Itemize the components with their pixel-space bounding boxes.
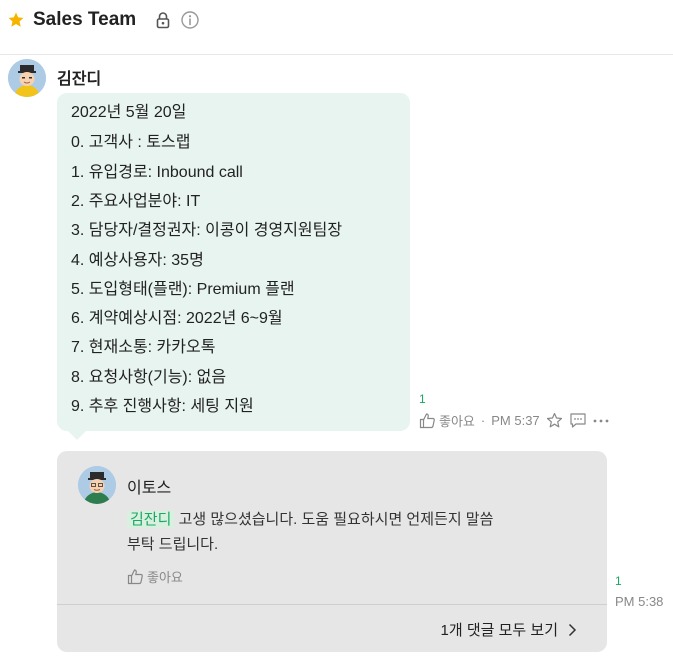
reply-thread: 이토스 김잔디 고생 많으셨습니다. 도움 필요하시면 언제든지 말씀 부탁 드… xyxy=(57,451,607,652)
message-line: 6. 계약예상시점: 2022년 6~9월 xyxy=(71,310,283,327)
avatar[interactable] xyxy=(78,466,116,504)
view-all-replies-button[interactable]: 1개 댓글 모두 보기 xyxy=(441,619,577,640)
channel-title: Sales Team xyxy=(33,9,137,30)
unread-count: 1 xyxy=(615,574,622,588)
reply-sender[interactable]: 이토스 xyxy=(127,474,171,498)
comment-icon[interactable] xyxy=(569,412,587,429)
message-line: 5. 도입형태(플랜): Premium 플랜 xyxy=(71,281,295,298)
star-outline-icon[interactable] xyxy=(546,412,563,429)
message-meta: 좋아요 · PM 5:37 xyxy=(419,410,611,430)
divider xyxy=(57,604,607,605)
chevron-right-icon xyxy=(568,623,577,636)
message-line: 3. 담당자/결정권자: 이콩이 경영지원팀장 xyxy=(71,222,343,239)
message-line: 4. 예상사용자: 35명 xyxy=(71,252,204,269)
info-icon[interactable] xyxy=(181,11,199,29)
reply-text-line: 고생 많으셨습니다. 도움 필요하시면 언제든지 말씀 xyxy=(174,511,494,528)
lock-icon[interactable] xyxy=(155,11,171,29)
avatar[interactable] xyxy=(8,59,46,97)
like-button[interactable]: 좋아요 xyxy=(147,567,183,586)
message-line: 1. 유입경로: Inbound call xyxy=(71,164,243,181)
message-time: PM 5:37 xyxy=(491,412,540,428)
message-line: 7. 현재소통: 카카오톡 xyxy=(71,339,216,356)
message-sender[interactable]: 김잔디 xyxy=(57,65,101,89)
meta-separator: · xyxy=(480,412,486,428)
star-icon[interactable] xyxy=(8,12,24,28)
reply-like[interactable]: 좋아요 xyxy=(127,567,183,586)
thumbs-up-icon[interactable] xyxy=(419,412,436,429)
reply-text-line: 부탁 드립니다. xyxy=(127,536,219,553)
mention-tag[interactable]: 김잔디 xyxy=(127,511,175,528)
message-line: 8. 요청사항(기능): 없음 xyxy=(71,369,227,386)
like-button[interactable]: 좋아요 xyxy=(439,411,475,430)
more-options-icon[interactable] xyxy=(591,412,611,429)
message-line: 0. 고객사 : 토스랩 xyxy=(71,134,191,151)
message-line: 9. 추후 진행사항: 세팅 지원 xyxy=(71,398,254,415)
bubble-tail xyxy=(67,430,87,440)
channel-header: Sales Team xyxy=(0,0,673,55)
message-bubble: 2022년 5월 20일 0. 고객사 : 토스랩 1. 유입경로: Inbou… xyxy=(57,93,410,431)
reply-time: PM 5:38 xyxy=(615,594,664,609)
thumbs-up-icon[interactable] xyxy=(127,568,144,585)
view-all-replies-label: 1개 댓글 모두 보기 xyxy=(440,622,558,639)
message-line: 2. 주요사업분야: IT xyxy=(71,193,201,210)
message-line: 2022년 5월 20일 xyxy=(71,104,187,121)
reply-text: 김잔디 고생 많으셨습니다. 도움 필요하시면 언제든지 말씀 부탁 드립니다. xyxy=(127,507,567,557)
unread-count: 1 xyxy=(419,392,426,406)
